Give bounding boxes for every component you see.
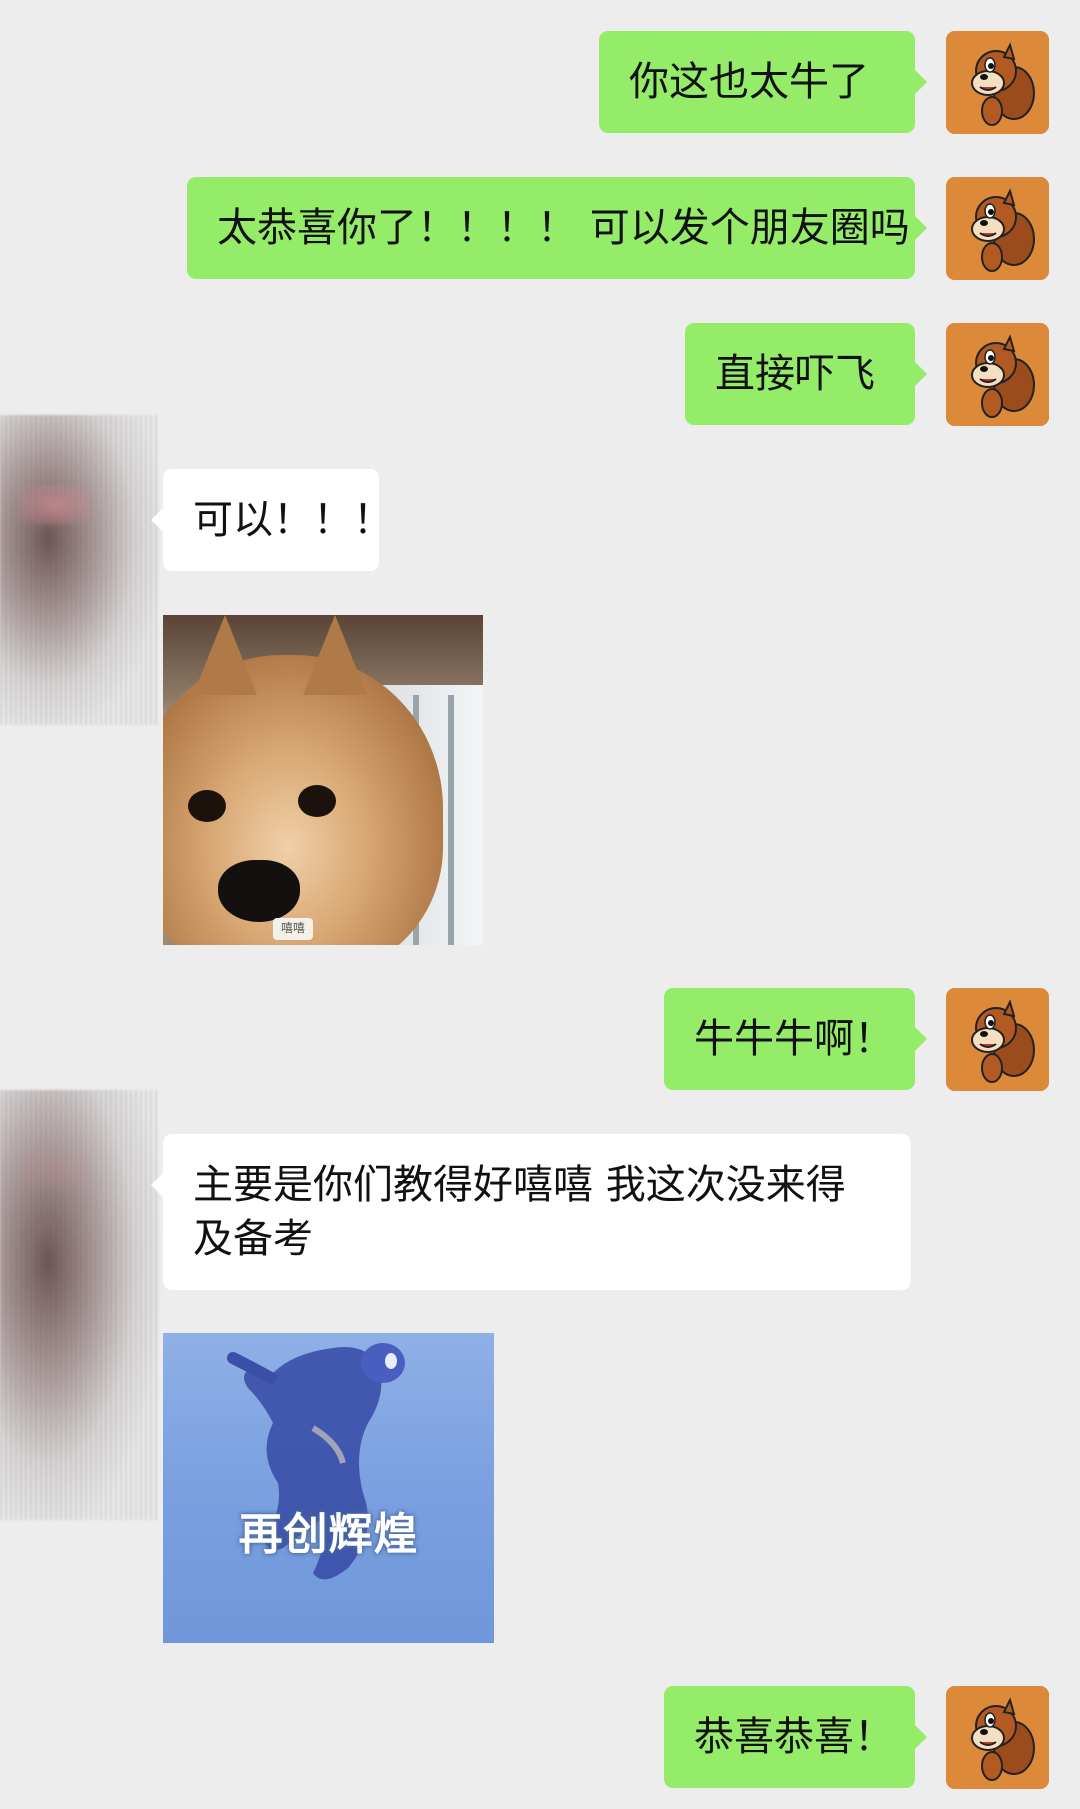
- avatar-blur-tint: [20, 485, 90, 525]
- dog-eye: [298, 785, 336, 817]
- my-avatar[interactable]: [946, 31, 1049, 134]
- dog-ear: [303, 615, 367, 695]
- chipmunk-avatar-icon: [946, 177, 1049, 280]
- dog-nose: [218, 860, 300, 922]
- message-bubble-outgoing[interactable]: 牛牛牛啊！: [664, 988, 927, 1090]
- shiba-dog-sticker[interactable]: 嘻嘻: [163, 615, 483, 945]
- message-bubble-outgoing[interactable]: 太恭喜你了！！！！ 可以发个朋友圈吗: [187, 177, 927, 279]
- peer-avatar[interactable]: [0, 1090, 160, 1520]
- message-bubble-incoming[interactable]: 主要是你们教得好嘻嘻 我这次没来得及备考: [151, 1134, 911, 1290]
- dog-ear: [193, 615, 257, 695]
- my-avatar[interactable]: [946, 1686, 1049, 1789]
- message-bubble-outgoing[interactable]: 恭喜恭喜！: [664, 1686, 927, 1788]
- my-avatar[interactable]: [946, 177, 1049, 280]
- chipmunk-avatar-icon: [946, 31, 1049, 134]
- message-bubble-outgoing[interactable]: 直接吓飞: [685, 323, 927, 425]
- my-avatar[interactable]: [946, 988, 1049, 1091]
- sticker-window-bar: [448, 695, 454, 945]
- my-avatar[interactable]: [946, 323, 1049, 426]
- message-bubble-incoming[interactable]: 可以！！！: [151, 469, 393, 571]
- sticker-caption: 嘻嘻: [280, 921, 305, 935]
- sticker-caption: 再创辉煌: [238, 1509, 419, 1560]
- message-bubble-outgoing[interactable]: 你这也太牛了: [599, 31, 927, 133]
- chipmunk-avatar-icon: [946, 988, 1049, 1091]
- dog-eye: [188, 790, 226, 822]
- avatar-blur-tint: [20, 1150, 90, 1190]
- peer-avatar[interactable]: [0, 415, 160, 725]
- chipmunk-avatar-icon: [946, 323, 1049, 426]
- flying-hero-figure: [227, 1343, 405, 1580]
- ultraman-sticker[interactable]: 再创辉煌: [163, 1333, 494, 1643]
- chipmunk-avatar-icon: [946, 1686, 1049, 1789]
